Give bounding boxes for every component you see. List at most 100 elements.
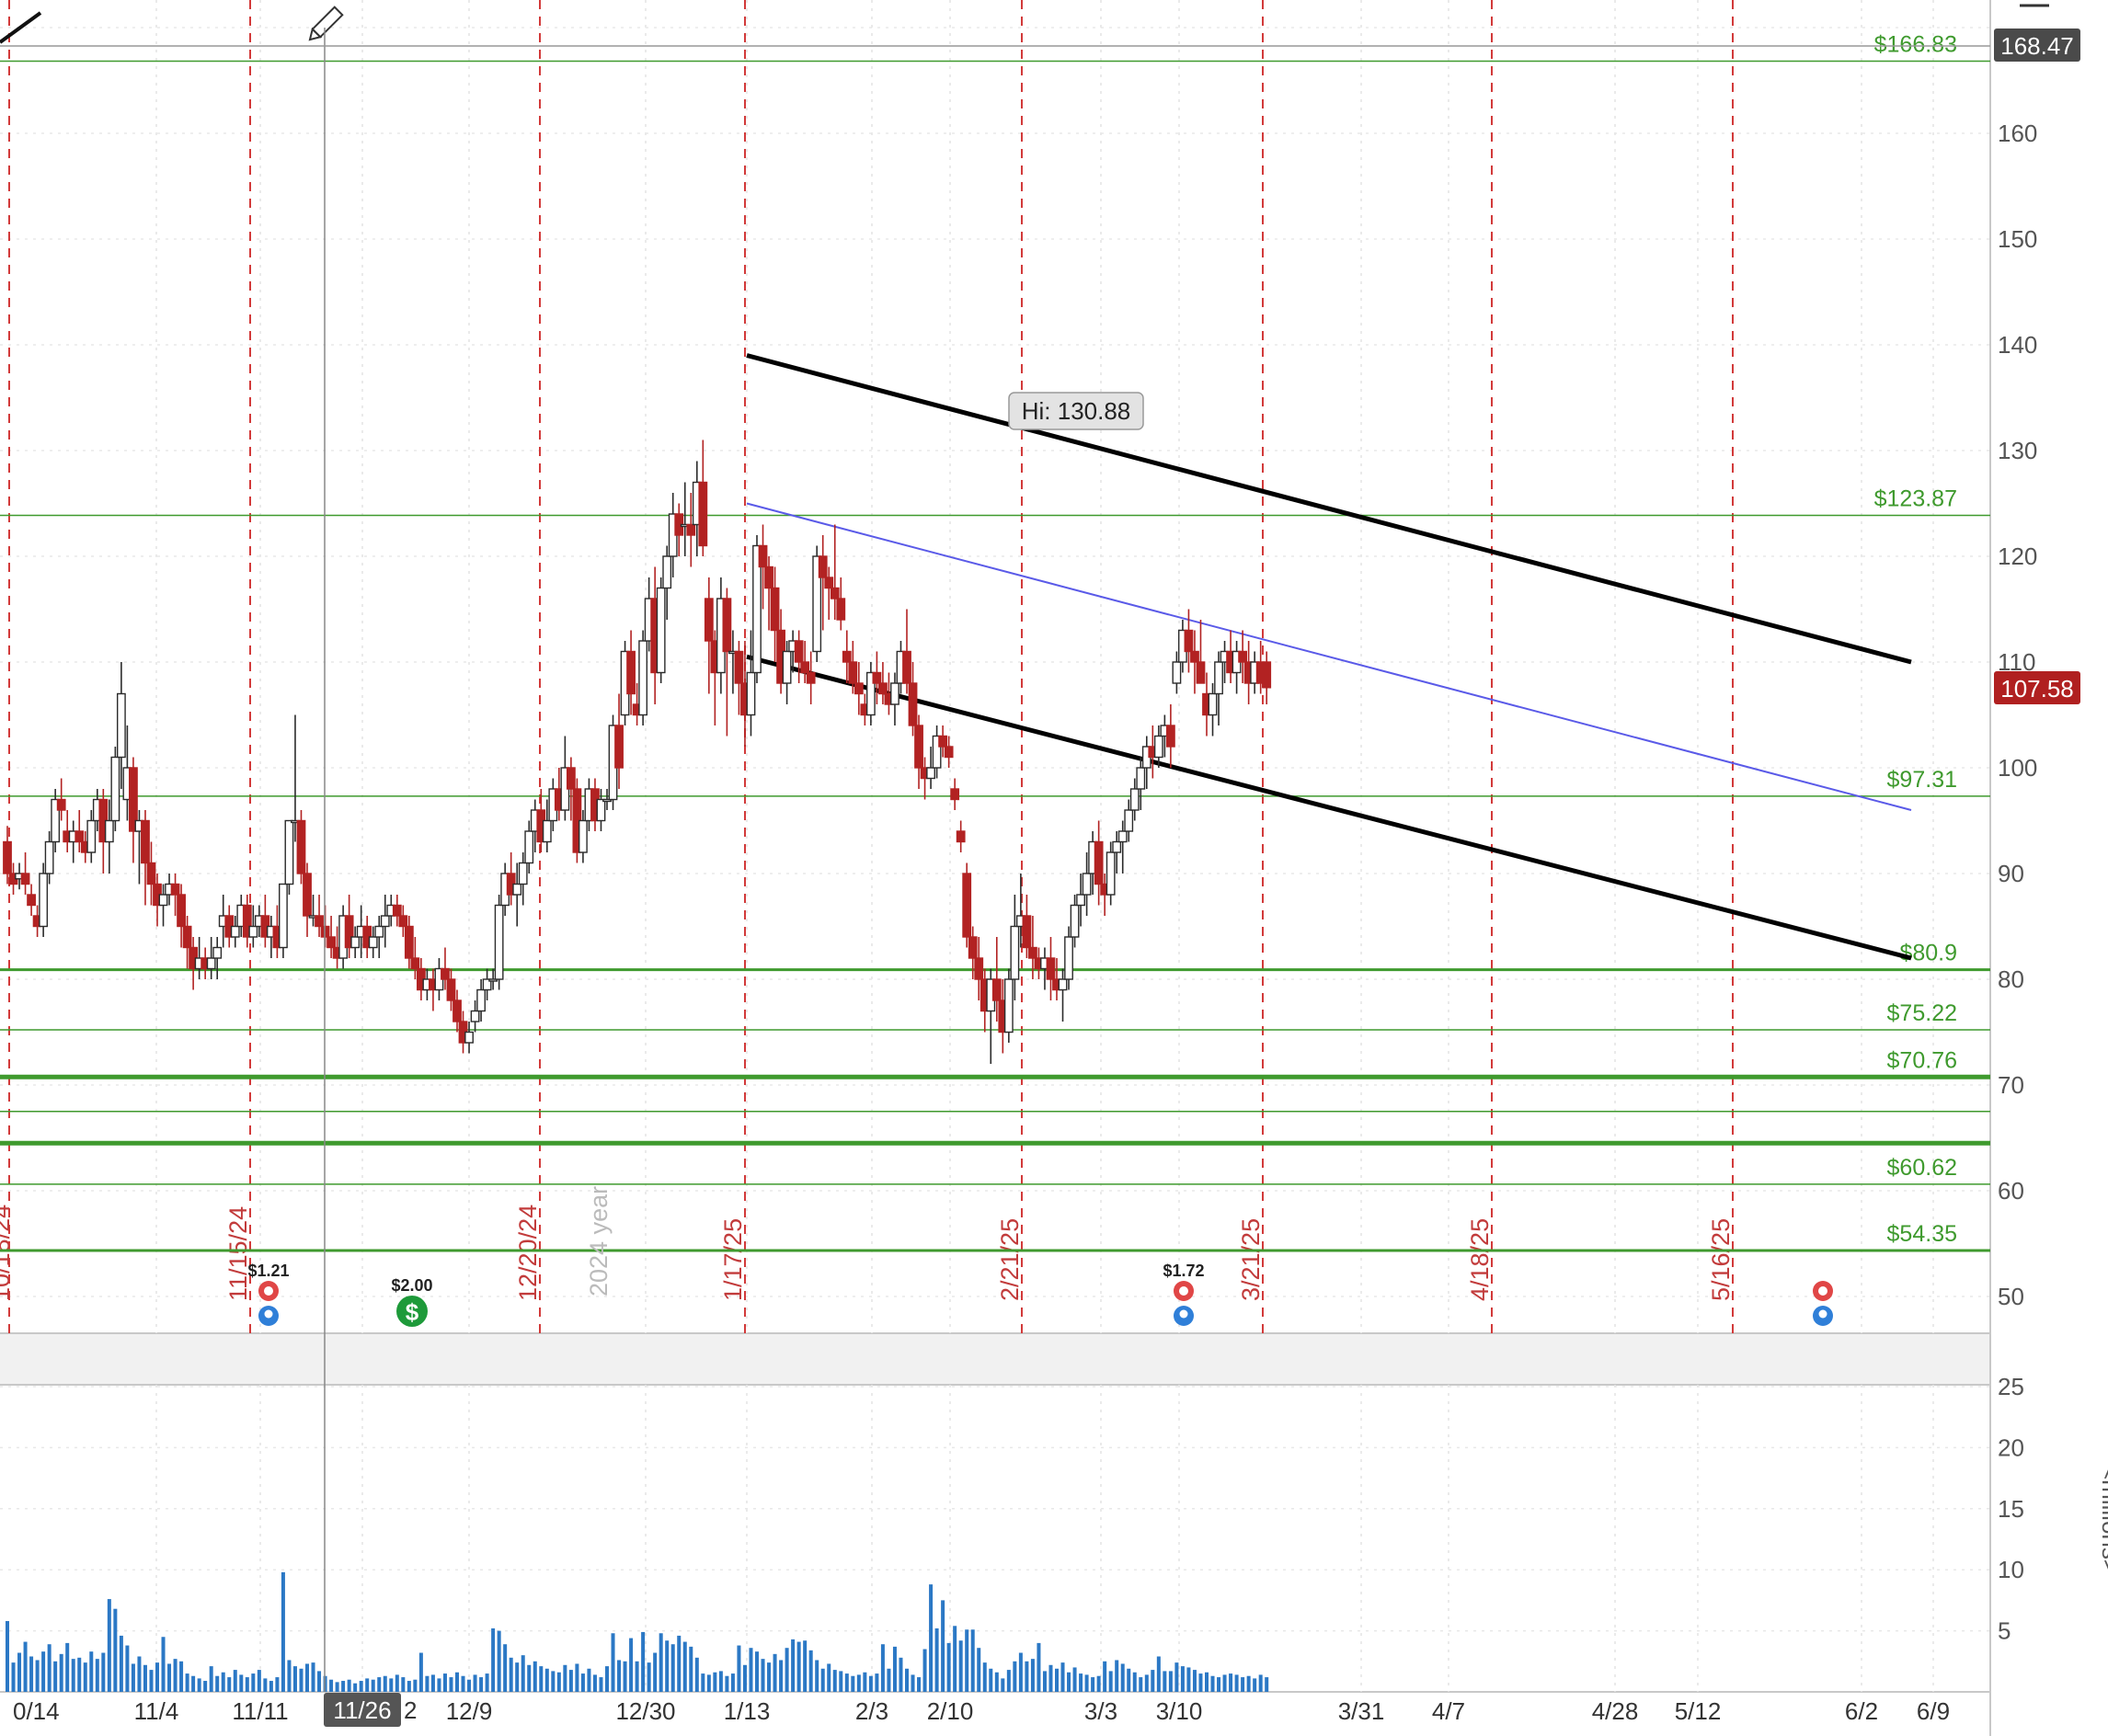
volume-bar bbox=[1018, 1652, 1023, 1692]
volume-bar bbox=[209, 1666, 213, 1692]
volume-bar bbox=[1174, 1662, 1179, 1692]
event-date-label: 5/16/25 bbox=[1707, 1218, 1735, 1301]
stock-chart[interactable]: 10/18/24 11/15/24 12/20/24 1/17/25 2/21/25 3/… bbox=[0, 0, 2108, 1736]
candle-body bbox=[782, 650, 792, 684]
price-tick-label: 130 bbox=[1998, 437, 2037, 464]
volume-bar bbox=[305, 1663, 309, 1692]
candle-body bbox=[698, 481, 708, 547]
candle-body bbox=[296, 819, 306, 874]
volume-bar bbox=[47, 1644, 52, 1692]
price-level-label: $60.62 bbox=[1887, 1155, 1957, 1181]
volume-bar bbox=[239, 1674, 244, 1692]
volume-bar bbox=[233, 1670, 237, 1692]
dividend-dollar-icon[interactable]: $ bbox=[396, 1296, 428, 1327]
candle-body bbox=[170, 883, 180, 896]
volume-bar bbox=[575, 1663, 579, 1692]
volume-bar bbox=[59, 1653, 63, 1692]
volume-bar bbox=[827, 1663, 831, 1692]
volume-bar bbox=[101, 1652, 106, 1692]
volume-bar bbox=[617, 1660, 622, 1692]
candle-body bbox=[1208, 692, 1218, 716]
candle-body bbox=[1153, 735, 1163, 759]
volume-bar bbox=[167, 1663, 172, 1692]
volume-bar bbox=[706, 1674, 711, 1692]
candle-body bbox=[938, 735, 948, 748]
volume-bar bbox=[665, 1640, 670, 1692]
candle-body bbox=[441, 967, 450, 980]
volume-bar bbox=[203, 1681, 208, 1692]
volume-bar bbox=[365, 1678, 370, 1692]
price-tick-label: 120 bbox=[1998, 542, 2037, 570]
volume-bar bbox=[815, 1660, 819, 1692]
volume-bar bbox=[353, 1683, 358, 1692]
candle-body bbox=[1106, 851, 1116, 896]
candle-body bbox=[686, 523, 696, 536]
volume-bar bbox=[503, 1644, 508, 1692]
volume-bar bbox=[425, 1675, 430, 1692]
date-tick-label: 4/28 bbox=[1592, 1697, 1639, 1725]
volume-bar bbox=[1091, 1677, 1095, 1692]
volume-bar bbox=[953, 1626, 957, 1692]
info-bulb-icon[interactable] bbox=[1813, 1306, 1833, 1326]
volume-bar bbox=[605, 1666, 609, 1692]
volume-bar bbox=[1042, 1671, 1047, 1692]
candle-body bbox=[1112, 840, 1122, 853]
candle-body bbox=[368, 936, 378, 949]
volume-bar bbox=[929, 1584, 934, 1692]
info-bulb-icon[interactable] bbox=[1174, 1306, 1194, 1326]
volume-bar bbox=[430, 1674, 435, 1692]
volume-bar bbox=[1241, 1677, 1245, 1692]
candle-body bbox=[380, 915, 390, 928]
volume-bar bbox=[677, 1635, 682, 1692]
candle-body bbox=[818, 555, 828, 578]
info-bulb-icon[interactable] bbox=[258, 1306, 279, 1326]
selected-date-suffix: 2 bbox=[404, 1696, 417, 1724]
dividend-amount-label: $1.21 bbox=[247, 1262, 289, 1280]
event-date-label: 11/15/24 bbox=[224, 1206, 252, 1301]
volume-bar bbox=[556, 1672, 561, 1692]
volume-bar bbox=[149, 1670, 154, 1692]
volume-bar bbox=[653, 1652, 658, 1692]
candle-body bbox=[968, 936, 978, 959]
volume-bar bbox=[1067, 1672, 1071, 1692]
event-date-label: 3/21/25 bbox=[1237, 1218, 1265, 1301]
candle-body bbox=[494, 904, 504, 980]
volume-tick-label: 20 bbox=[1998, 1433, 2024, 1461]
volume-bar bbox=[1229, 1673, 1233, 1692]
volume-bar bbox=[905, 1668, 909, 1692]
volume-bar bbox=[1144, 1674, 1149, 1692]
volume-bar bbox=[257, 1670, 261, 1692]
earnings-icon[interactable] bbox=[1174, 1281, 1194, 1301]
candle-body bbox=[956, 830, 966, 843]
volume-bar bbox=[832, 1670, 837, 1692]
candle-body bbox=[1165, 725, 1175, 748]
date-tick-label: 0/14 bbox=[13, 1697, 60, 1725]
volume-bar bbox=[119, 1635, 123, 1692]
candle-body bbox=[20, 873, 30, 885]
price-tick-label: 80 bbox=[1998, 965, 2024, 993]
volume-bar bbox=[856, 1674, 861, 1692]
candle-body bbox=[1028, 946, 1037, 959]
candle-body bbox=[1214, 661, 1223, 695]
volume-bar bbox=[785, 1648, 789, 1692]
volume-bar bbox=[227, 1677, 232, 1692]
candle-body bbox=[1238, 650, 1248, 663]
earnings-icon[interactable] bbox=[1813, 1281, 1833, 1301]
volume-bar bbox=[922, 1649, 927, 1692]
volume-bar bbox=[1253, 1678, 1257, 1692]
candle-body bbox=[1129, 788, 1140, 811]
event-date-label: 1/17/25 bbox=[719, 1218, 747, 1301]
candle-body bbox=[279, 883, 288, 949]
earnings-icon[interactable] bbox=[258, 1281, 279, 1301]
volume-bar bbox=[377, 1677, 382, 1692]
volume-bar bbox=[473, 1674, 477, 1692]
date-tick-label: 3/3 bbox=[1084, 1697, 1117, 1725]
volume-bar bbox=[958, 1640, 963, 1692]
volume-bar bbox=[221, 1672, 225, 1692]
candle-body bbox=[800, 661, 810, 674]
year-marker-label: 2024 year bbox=[585, 1186, 613, 1296]
volume-bar bbox=[1258, 1674, 1263, 1692]
volume-bar bbox=[725, 1675, 729, 1692]
candle-body bbox=[177, 894, 186, 928]
volume-bar bbox=[281, 1571, 285, 1692]
